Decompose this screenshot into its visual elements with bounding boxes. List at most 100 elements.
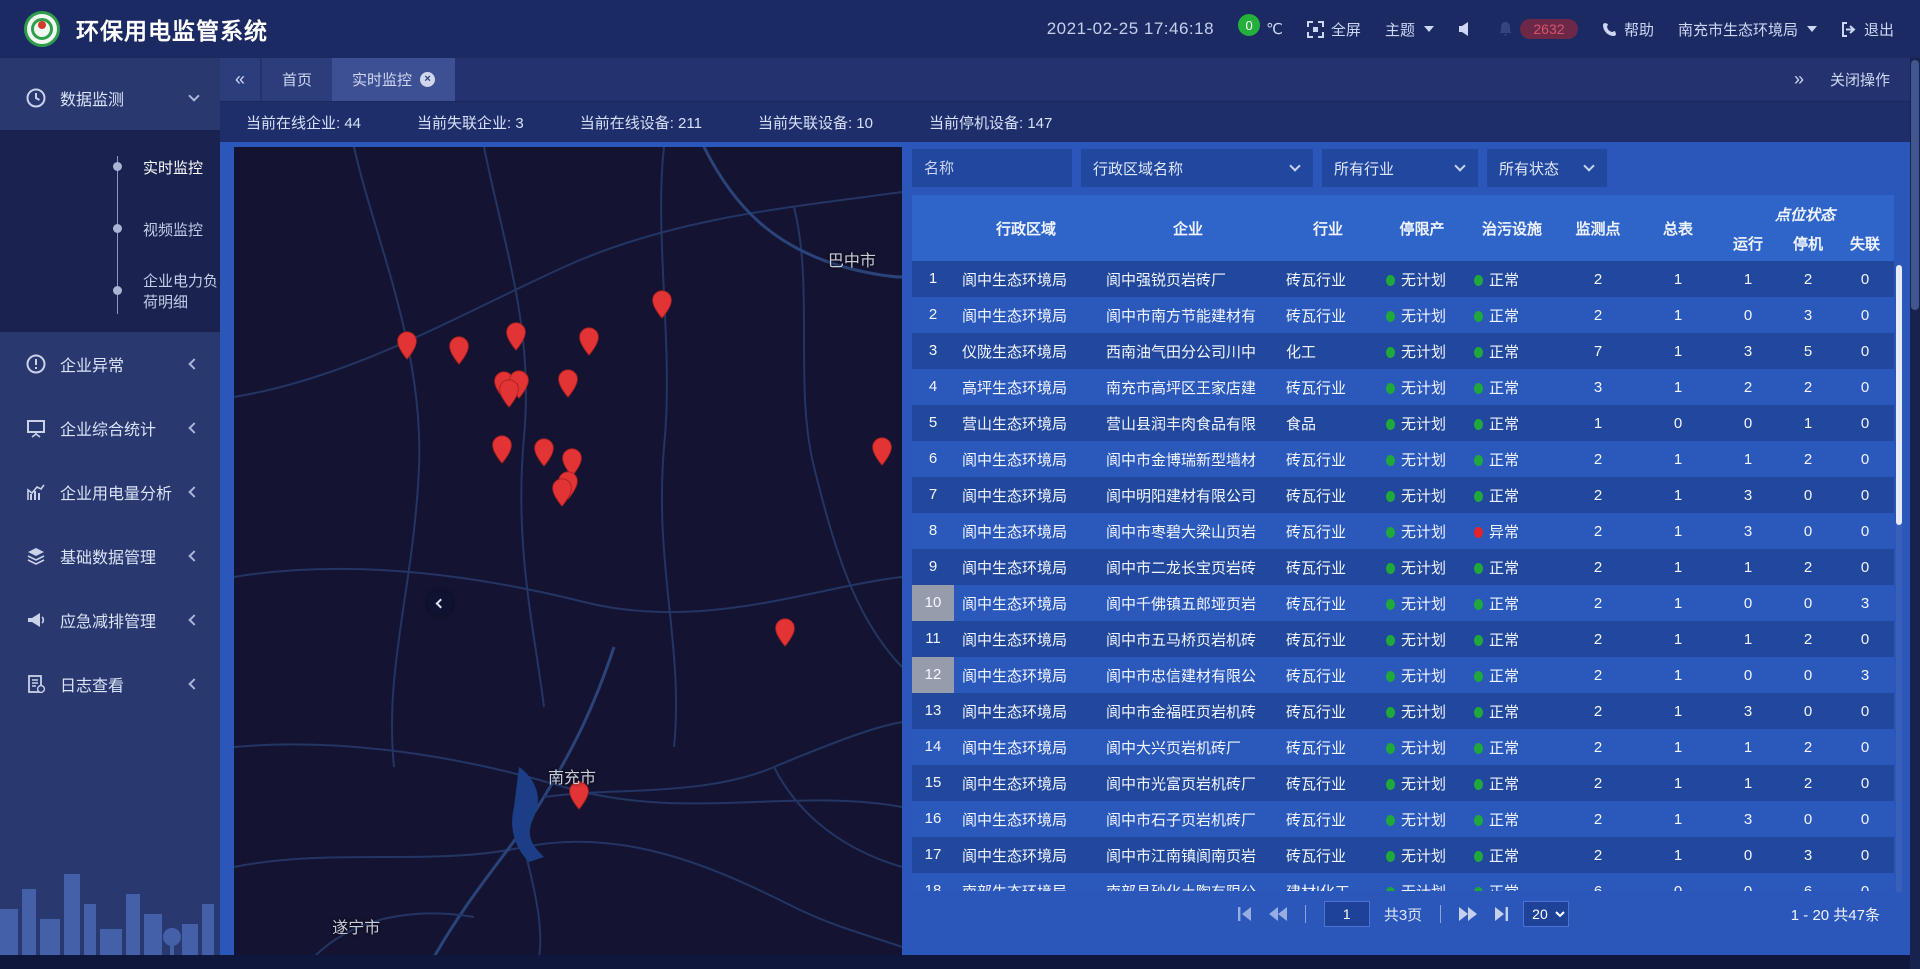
table-row[interactable]: 18南部生态环境局南部县砂化土陶有限公建材|化工无计划正常60060 [912, 873, 1894, 891]
status-select[interactable]: 所有状态 [1487, 149, 1607, 187]
fullscreen-button[interactable]: 全屏 [1307, 19, 1361, 40]
cell-facility-status: 正常 [1466, 773, 1558, 794]
map-pin-icon[interactable] [491, 435, 512, 464]
map-pin-icon[interactable] [397, 331, 418, 360]
row-number: 1 [912, 261, 954, 297]
close-operations-button[interactable]: 关闭操作 [1830, 69, 1890, 90]
table-row[interactable]: 7阆中生态环境局阆中明阳建材有限公司砖瓦行业无计划正常21300 [912, 477, 1894, 513]
sidebar-item-power-analysis[interactable]: 企业用电量分析 [0, 460, 220, 524]
first-page-icon[interactable] [1237, 907, 1255, 921]
close-icon[interactable]: × [420, 72, 435, 87]
prev-page-icon[interactable] [1269, 907, 1287, 921]
tabs-scroll-left-button[interactable]: « [220, 58, 260, 101]
tab-home[interactable]: 首页 [262, 58, 332, 101]
theme-label: 主题 [1385, 19, 1415, 40]
table-row[interactable]: 6阆中生态环境局阆中市金博瑞新型墙材砖瓦行业无计划正常21120 [912, 441, 1894, 477]
cell-halt: 2 [1778, 271, 1838, 288]
chevron-down-icon [1454, 160, 1465, 171]
row-number: 11 [912, 621, 954, 657]
next-page-icon[interactable] [1459, 907, 1477, 921]
cell-halt: 0 [1778, 667, 1838, 684]
table-row[interactable]: 1阆中生态环境局阆中强锐页岩砖厂砖瓦行业无计划正常21120 [912, 261, 1894, 297]
sidebar-item-log-view[interactable]: 日志查看 [0, 652, 220, 716]
table-row[interactable]: 5营山生态环境局营山县润丰肉食品有限食品无计划正常10010 [912, 405, 1894, 441]
tab-realtime-monitoring[interactable]: 实时监控 × [332, 58, 455, 101]
stat-item: 当前在线企业: 44 [246, 112, 361, 133]
page-range-label: 1 - 20 共47条 [1791, 904, 1880, 925]
table-row[interactable]: 14阆中生态环境局阆中大兴页岩机砖厂砖瓦行业无计划正常21120 [912, 729, 1894, 765]
sidebar-item-enterprise-statistics[interactable]: 企业综合统计 [0, 396, 220, 460]
mute-button[interactable] [1458, 21, 1474, 37]
table-row[interactable]: 12阆中生态环境局阆中市忠信建材有限公砖瓦行业无计划正常21003 [912, 657, 1894, 693]
sidebar-item-label: 应急减排管理 [60, 608, 176, 632]
map-pin-icon[interactable] [558, 369, 579, 398]
table-row[interactable]: 2阆中生态环境局阆中市南方节能建材有砖瓦行业无计划正常21030 [912, 297, 1894, 333]
table-row[interactable]: 17阆中生态环境局阆中市江南镇阆南页岩砖瓦行业无计划正常21030 [912, 837, 1894, 873]
page-number-input[interactable] [1324, 901, 1370, 927]
map-pin-icon[interactable] [775, 618, 796, 647]
cell-facility-status: 正常 [1466, 845, 1558, 866]
cell-company: 阆中市光富页岩机砖厂 [1098, 773, 1278, 794]
table-row[interactable]: 10阆中生态环境局阆中千佛镇五郎垭页岩砖瓦行业无计划正常21003 [912, 585, 1894, 621]
map-pin-icon[interactable] [449, 336, 470, 365]
last-page-icon[interactable] [1491, 907, 1509, 921]
map-pin-icon[interactable] [578, 327, 599, 356]
table-scrollbar[interactable] [1896, 265, 1902, 893]
cell-meters: 1 [1638, 271, 1718, 288]
theme-menu[interactable]: 主题 [1385, 19, 1434, 40]
column-header-meters: 总表 [1638, 195, 1718, 261]
tabs-scroll-right-button[interactable]: » [1794, 69, 1804, 90]
table-row[interactable]: 9阆中生态环境局阆中市二龙长宝页岩砖砖瓦行业无计划正常21120 [912, 549, 1894, 585]
table-row[interactable]: 16阆中生态环境局阆中市石子页岩机砖厂砖瓦行业无计划正常21300 [912, 801, 1894, 837]
map-pin-icon[interactable] [871, 437, 892, 466]
row-number: 4 [912, 369, 954, 405]
sidebar-item-power-load-detail[interactable]: 企业电力负荷明细 [0, 260, 220, 322]
logout-button[interactable]: 退出 [1841, 19, 1894, 40]
status-dot-green [1474, 491, 1483, 502]
region-select[interactable]: 行政区域名称 [1081, 149, 1313, 187]
cell-region: 营山生态环境局 [954, 413, 1098, 434]
cell-points: 2 [1558, 811, 1638, 828]
help-button[interactable]: 帮助 [1602, 19, 1654, 40]
org-menu[interactable]: 南充市生态环境局 [1678, 19, 1817, 40]
sidebar-item-enterprise-abnormal[interactable]: 企业异常 [0, 332, 220, 396]
table-row[interactable]: 3仪陇生态环境局西南油气田分公司川中化工无计划正常71350 [912, 333, 1894, 369]
cell-run: 3 [1718, 487, 1778, 504]
map[interactable]: 巴中市南充市遂宁市 [234, 147, 902, 957]
sidebar-item-base-data[interactable]: 基础数据管理 [0, 524, 220, 588]
page-size-select[interactable]: 20 [1523, 901, 1569, 927]
alarm-counter[interactable]: 2632 [1498, 19, 1578, 39]
map-pin-icon[interactable] [505, 322, 526, 351]
map-pin-icon[interactable] [551, 478, 572, 507]
row-number: 7 [912, 477, 954, 513]
sidebar-item-data-monitoring[interactable]: 数据监测 [0, 66, 220, 130]
table-body: 1阆中生态环境局阆中强锐页岩砖厂砖瓦行业无计划正常211202阆中生态环境局阆中… [912, 261, 1894, 891]
cell-stop-status: 无计划 [1378, 881, 1466, 892]
status-dot-green [1386, 527, 1395, 538]
cell-lost: 0 [1838, 703, 1892, 720]
table-row[interactable]: 13阆中生态环境局阆中市金福旺页岩机砖砖瓦行业无计划正常21300 [912, 693, 1894, 729]
industry-select[interactable]: 所有行业 [1322, 149, 1478, 187]
page-scrollbar[interactable] [1910, 58, 1920, 969]
sidebar-item-realtime-monitoring[interactable]: 实时监控 [0, 136, 220, 198]
bullet-icon [113, 286, 122, 295]
table-row[interactable]: 4高坪生态环境局南充市高坪区王家店建砖瓦行业无计划正常31220 [912, 369, 1894, 405]
filter-row: 行政区域名称 所有行业 所有状态 [912, 149, 1894, 187]
map-pin-icon[interactable] [652, 290, 673, 319]
cell-lost: 0 [1838, 487, 1892, 504]
cell-meters: 1 [1638, 559, 1718, 576]
cell-stop-status: 无计划 [1378, 809, 1466, 830]
map-pin-icon[interactable] [533, 438, 554, 467]
table-row[interactable]: 15阆中生态环境局阆中市光富页岩机砖厂砖瓦行业无计划正常21120 [912, 765, 1894, 801]
tab-bar: « 首页 实时监控 × » 关闭操作 [220, 58, 1920, 102]
name-search-input[interactable] [912, 149, 1072, 187]
sidebar-item-emergency-reduction[interactable]: 应急减排管理 [0, 588, 220, 652]
row-number: 2 [912, 297, 954, 333]
cell-region: 阆中生态环境局 [954, 485, 1098, 506]
map-pin-icon[interactable] [499, 379, 520, 408]
map-collapse-button[interactable] [427, 590, 453, 616]
table-row[interactable]: 11阆中生态环境局阆中市五马桥页岩机砖砖瓦行业无计划正常21120 [912, 621, 1894, 657]
map-city-label: 巴中市 [828, 247, 876, 271]
sidebar-item-video-monitoring[interactable]: 视频监控 [0, 198, 220, 260]
table-row[interactable]: 8阆中生态环境局阆中市枣碧大梁山页岩砖瓦行业无计划异常21300 [912, 513, 1894, 549]
